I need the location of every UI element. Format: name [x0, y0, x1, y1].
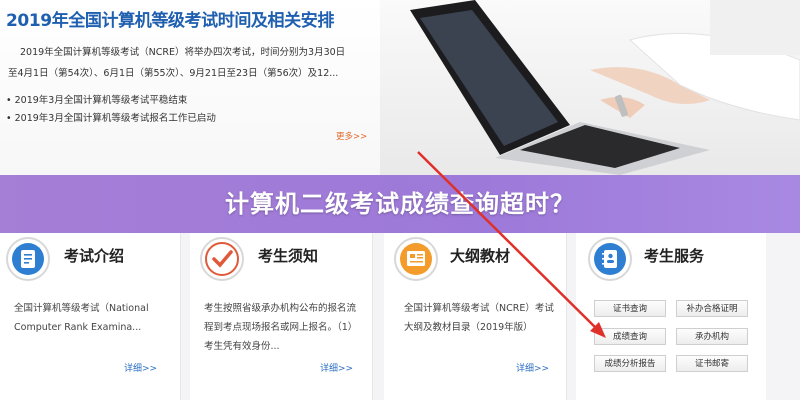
notebook-icon	[588, 237, 632, 281]
news-item[interactable]: 2019年3月全国计算机等级考试平稳结束	[6, 92, 216, 110]
card-title: 考试介绍	[64, 247, 125, 265]
clipboard-icon	[6, 237, 50, 281]
news-paragraph: 2019年全国计算机等级考试（NCRE）将举办四次考试，时间分别为3月30日至4…	[8, 47, 346, 79]
card-candidate-notice[interactable]: 考生须知 考生按照省级承办机构公布的报名流程到考点现场报名或网上报名。（1）考生…	[190, 233, 373, 400]
card-title: 大纲教材	[450, 247, 511, 265]
book-icon	[394, 237, 438, 281]
news-title[interactable]: 2019年全国计算机等级考试时间及相关安排	[6, 6, 334, 31]
card-row: 考试介绍 全国计算机等级考试（National Computer Rank Ex…	[0, 233, 800, 400]
score-query-button[interactable]: 成绩查询	[594, 328, 666, 345]
check-icon	[200, 237, 244, 281]
hero-section: 2019年全国计算机等级考试时间及相关安排 2019年全国计算机等级考试（NCR…	[0, 0, 800, 175]
card-title: 考生须知	[258, 247, 319, 265]
more-link[interactable]: 更多>>	[336, 130, 367, 142]
card-candidate-services: 考生服务 证书查询 补办合格证明 成绩查询 承办机构 成绩分析报告 证书邮寄	[576, 233, 766, 400]
laptop-photo	[380, 0, 800, 175]
card-body: 全国计算机等级考试（National Computer Rank Examina…	[14, 303, 149, 333]
card-exam-intro[interactable]: 考试介绍 全国计算机等级考试（National Computer Rank Ex…	[0, 233, 181, 400]
card-title: 考生服务	[644, 247, 705, 265]
reissue-certificate-button[interactable]: 补办合格证明	[676, 300, 748, 317]
news-item[interactable]: 2019年3月全国计算机等级考试报名工作已启动	[6, 110, 216, 128]
card-syllabus[interactable]: 大纲教材 全国计算机等级考试（NCRE）考试大纲及教材目录（2019年版） 详细…	[384, 233, 567, 400]
news-list: 2019年3月全国计算机等级考试平稳结束 2019年3月全国计算机等级考试报名工…	[6, 92, 216, 128]
detail-link[interactable]: 详细>>	[516, 361, 549, 374]
detail-link[interactable]: 详细>>	[320, 361, 353, 374]
organizer-button[interactable]: 承办机构	[676, 328, 748, 345]
score-report-button[interactable]: 成绩分析报告	[594, 355, 666, 372]
title-banner: 计算机二级考试成绩查询超时？	[0, 175, 800, 233]
certificate-query-button[interactable]: 证书查询	[594, 300, 666, 317]
banner-title: 计算机二级考试成绩查询超时？	[225, 190, 575, 218]
card-body: 全国计算机等级考试（NCRE）考试大纲及教材目录（2019年版）	[404, 303, 554, 333]
detail-link[interactable]: 详细>>	[124, 361, 157, 374]
card-body: 考生按照省级承办机构公布的报名流程到考点现场报名或网上报名。（1）考生凭有效身份…	[204, 303, 358, 352]
certificate-mail-button[interactable]: 证书邮寄	[676, 355, 748, 372]
